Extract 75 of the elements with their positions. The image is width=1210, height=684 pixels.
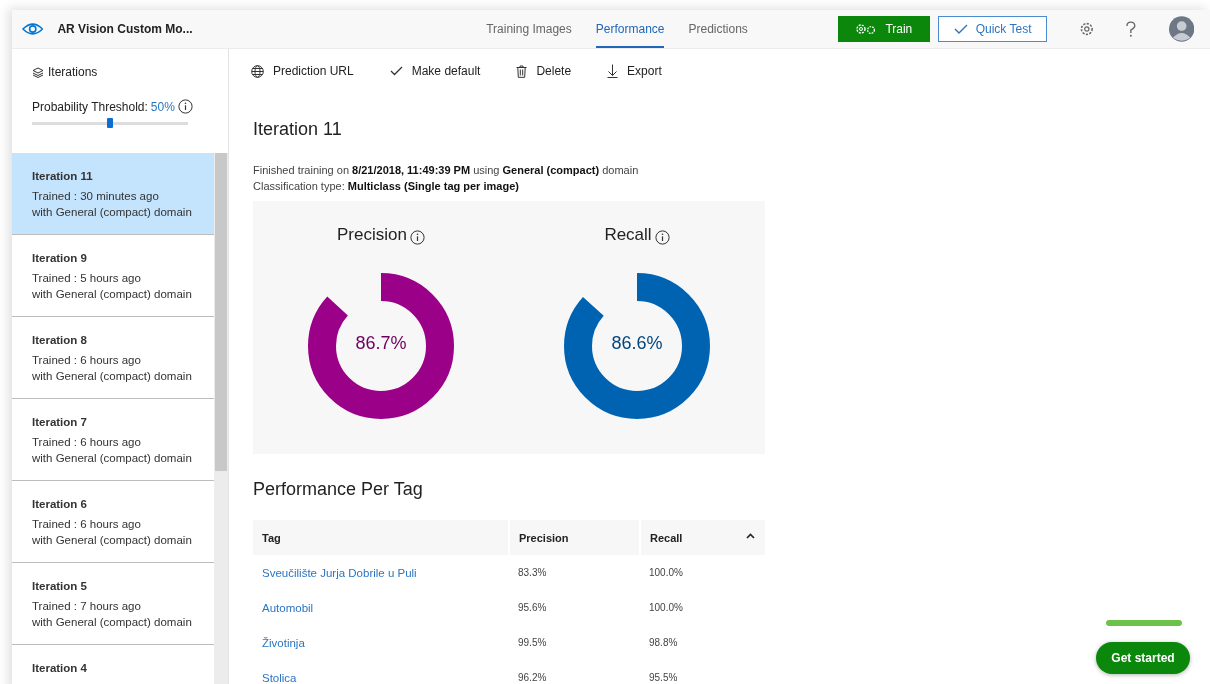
metric-title: Recall [604,225,652,245]
precision-cell: 99.5% [518,637,547,648]
recall-cell: 100.0% [649,602,683,613]
threshold-value: 50% [150,99,175,114]
info-icon [654,230,670,245]
scrollbar-thumb[interactable] [215,153,227,471]
tag-link[interactable]: Životinja [262,636,305,649]
trained-time: Trained : 6 hours ago [32,517,142,532]
iteration-title: Iteration 4 [32,661,88,676]
avatar-icon[interactable] [1168,16,1194,42]
iteration-title: Iteration 8 [32,333,88,348]
domain-text: with General (compact) domain [32,451,193,466]
detail-text: Classification type: Multiclass (Single tag per image) [253,179,520,194]
tag-link[interactable]: Stolica [262,671,297,684]
section-heading: Performance Per Tag [253,479,424,500]
trash-icon [516,64,528,78]
iterations-heading: Iterations [48,65,98,79]
help-icon[interactable] [1124,20,1137,38]
iteration-title: Iteration 11 [32,169,94,184]
gears-icon [855,23,878,35]
trained-time: Trained : 5 hours ago [32,271,142,286]
info-icon [409,230,425,245]
toolbar-button[interactable]: Prediction URL [247,60,358,82]
trained-time: Trained : 30 minutes ago [32,189,160,204]
metric-value: 86.7% [355,333,407,355]
column-header[interactable]: Precision [509,520,640,555]
quick-test-button[interactable]: Quick Test [937,16,1048,42]
tag-link[interactable]: Automobil [262,601,314,614]
precision-cell: 96.2% [518,672,547,683]
iteration-title: Iteration 5 [32,579,88,594]
precision-cell: 83.3% [518,567,547,578]
domain-text: with General (compact) domain [32,615,193,630]
info-icon [177,99,193,114]
globe-icon [251,64,264,78]
domain-text: with General (compact) domain [32,369,193,384]
metric-title: Precision [337,225,407,245]
trained-time: Trained : 6 hours ago [32,353,142,368]
domain-text: with General (compact) domain [32,287,193,302]
train-button[interactable]: Train [837,16,930,42]
domain-text: with General (compact) domain [32,533,193,548]
settings-icon[interactable] [1079,21,1095,37]
nav-tab[interactable]: Training Images [486,10,572,48]
eye-icon [22,22,44,36]
detail-text: Finished training on 8/21/2018, 11:49:39 PM using General (compact) domain [253,163,640,178]
column-header[interactable]: Tag [253,520,509,555]
slider-thumb[interactable] [107,118,113,128]
recall-cell: 95.5% [649,672,678,683]
toolbar-button[interactable]: Make default [385,60,485,82]
trained-time: Trained : 7 hours ago [32,599,142,614]
get-started-button[interactable]: Get started [1096,642,1190,674]
tag-link[interactable]: Sveučilište Jurja Dobrile u Puli [262,566,417,579]
layers-icon [32,66,44,78]
toolbar-button[interactable]: Export [603,60,666,82]
nav-tab[interactable]: Predictions [688,10,748,48]
iteration-title: Iteration 6 [32,497,88,512]
iteration-heading: Iteration 11 [253,119,343,140]
download-icon [607,64,619,78]
iteration-title: Iteration 7 [32,415,88,430]
nav-tab[interactable]: Performance [595,10,665,48]
recall-cell: 100.0% [649,567,683,578]
project-title: AR Vision Custom Mo... [57,22,194,36]
iteration-title: Iteration 9 [32,251,88,266]
domain-text: with General (compact) domain [32,205,193,220]
trained-time: Trained : 6 hours ago [32,435,142,450]
precision-cell: 95.6% [518,602,547,613]
column-header[interactable]: Recall [640,520,765,555]
sort-caret-icon[interactable] [746,533,755,539]
iteration-item[interactable]: Iteration 11 Trained : 30 minutes ago with General (compact) domain [12,153,214,235]
threshold-label: Probability Threshold: [32,99,148,114]
toolbar-button[interactable]: Delete [512,60,576,82]
metric-value: 86.6% [611,333,663,355]
recall-cell: 98.8% [649,637,678,648]
scrollbar[interactable] [214,153,228,684]
check-icon [953,24,968,34]
check-icon [389,66,403,76]
